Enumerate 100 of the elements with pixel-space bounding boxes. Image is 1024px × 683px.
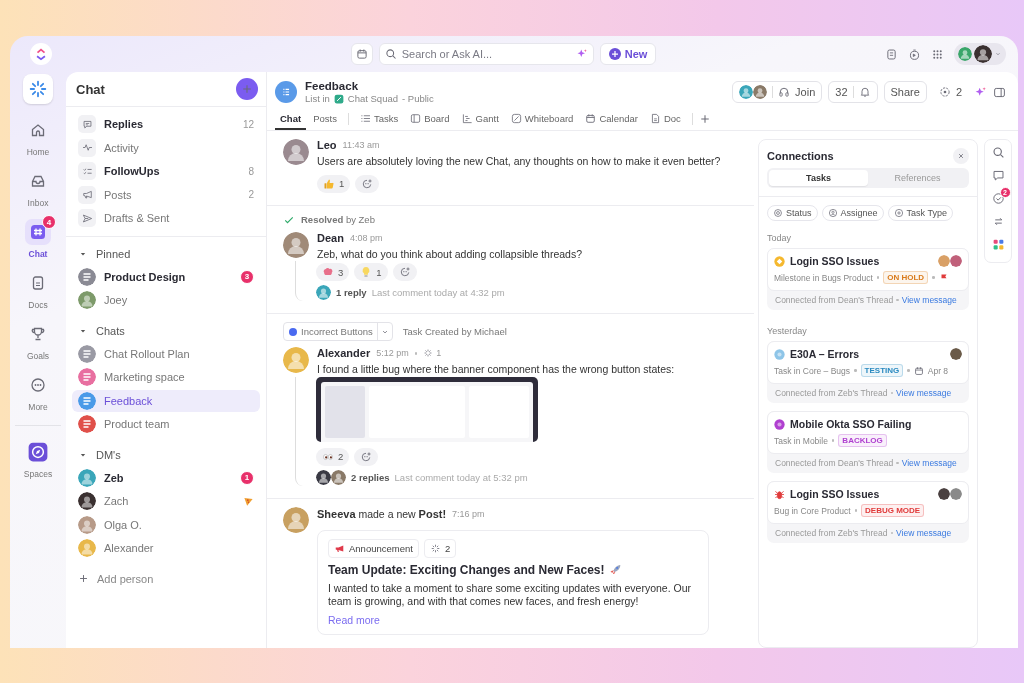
app-logo[interactable] bbox=[30, 43, 52, 65]
task-card[interactable]: E30A – Errors Task in Core – Bugs TESTING Apr 8 Connected from Zeb's Thread View message bbox=[767, 341, 969, 403]
unread-badge: 3 bbox=[240, 269, 254, 284]
user-menu[interactable] bbox=[954, 43, 1006, 65]
view-tab[interactable]: Whiteboard bbox=[505, 108, 579, 130]
rail-item[interactable]: Home bbox=[14, 115, 62, 159]
workspace-switcher[interactable] bbox=[23, 74, 53, 104]
unread-badge: 1 bbox=[240, 470, 254, 485]
new-button[interactable]: New bbox=[599, 43, 657, 65]
view-tab[interactable]: Tasks bbox=[354, 108, 404, 130]
sidebar-item[interactable]: Olga O. bbox=[72, 513, 260, 536]
connection-source: Connected from Dean's Thread bbox=[775, 295, 894, 305]
check-circle-icon bbox=[991, 192, 1005, 205]
join-button[interactable]: Join bbox=[732, 81, 823, 103]
filter-button[interactable]: Assignee bbox=[821, 205, 884, 221]
member-avatar bbox=[753, 85, 768, 99]
plus-icon bbox=[78, 573, 89, 584]
sidebar-item[interactable]: Product Design 3 bbox=[72, 265, 260, 288]
view-message-link[interactable]: View message bbox=[896, 528, 952, 538]
view-tab[interactable]: Chat bbox=[275, 108, 307, 130]
view-tab[interactable]: Gantt bbox=[456, 108, 504, 130]
add-reaction-icon bbox=[361, 177, 374, 190]
sidebar-item[interactable]: Activity bbox=[72, 136, 260, 159]
apps-button[interactable] bbox=[991, 238, 1005, 251]
add-reaction-button[interactable] bbox=[392, 263, 417, 282]
view-tab[interactable]: Board bbox=[405, 108, 455, 130]
rail-item[interactable]: Chat 4 bbox=[14, 217, 62, 261]
add-button[interactable] bbox=[236, 78, 258, 100]
view-tab[interactable]: Doc bbox=[644, 108, 686, 130]
panel-tab[interactable]: Tasks bbox=[769, 170, 868, 186]
add-view-icon bbox=[698, 113, 711, 125]
post-headline: Sheeva made a new Post! bbox=[317, 506, 447, 522]
section-header[interactable]: Pinned bbox=[72, 242, 260, 265]
panel-title: Connections bbox=[767, 150, 834, 162]
space-link[interactable]: Chat Squad bbox=[347, 93, 398, 104]
reaction-button[interactable]: 1 bbox=[317, 174, 351, 193]
replies-link[interactable]: 2 replies bbox=[351, 471, 390, 483]
view-message-link[interactable]: View message bbox=[896, 388, 952, 398]
rail-item[interactable]: Inbox bbox=[14, 166, 62, 210]
search-field[interactable]: Search or Ask AI... bbox=[378, 43, 594, 65]
sidebar-item[interactable]: Product team bbox=[72, 413, 260, 436]
add-reaction-button[interactable] bbox=[355, 174, 380, 193]
view-message-link[interactable]: View message bbox=[901, 458, 957, 468]
sidebar-item[interactable]: Zeb 1 bbox=[72, 466, 260, 489]
connection-source: Connected from Dean's Thread bbox=[775, 458, 894, 468]
calendar-icon bbox=[913, 365, 924, 376]
sidebar-item[interactable]: Posts 2 bbox=[72, 183, 260, 206]
sidebar-item[interactable]: FollowUps 8 bbox=[72, 160, 260, 183]
read-more-link[interactable]: Read more bbox=[328, 613, 698, 626]
rail-item[interactable]: More bbox=[14, 370, 62, 414]
calendar-button[interactable] bbox=[350, 43, 373, 65]
board-icon bbox=[410, 112, 422, 124]
screenshot-placeholder[interactable] bbox=[316, 376, 538, 442]
sidebar-item[interactable]: Chat Rollout Plan bbox=[72, 342, 260, 365]
task-location: Task in Mobile bbox=[774, 435, 828, 446]
reaction-button[interactable]: 1 bbox=[354, 263, 388, 282]
view-tab[interactable]: Calendar bbox=[580, 108, 643, 130]
section-header[interactable]: Chats bbox=[72, 319, 260, 342]
sidebar-item[interactable]: Alexander bbox=[72, 537, 260, 560]
subtask-count[interactable]: 2 bbox=[423, 538, 457, 558]
replies-link[interactable]: 1 reply bbox=[336, 287, 367, 299]
view-tab[interactable]: Posts bbox=[308, 108, 342, 130]
section-header[interactable]: DM's bbox=[72, 443, 260, 466]
person-icon bbox=[827, 208, 838, 218]
task-title: Login SSO Issues bbox=[790, 488, 881, 500]
sidebar-item[interactable]: Zach bbox=[72, 490, 260, 513]
notification-button[interactable]: 32 bbox=[828, 81, 878, 103]
post-card[interactable] bbox=[317, 529, 709, 635]
task-card[interactable]: Login SSO Issues Milestone in Bugs Product ON HOLD Connected from Dean's Thread View message bbox=[767, 248, 969, 310]
add-reaction-icon bbox=[398, 266, 411, 279]
search-button[interactable] bbox=[991, 146, 1005, 159]
filter-button[interactable]: Status bbox=[767, 205, 818, 221]
sidebar-item[interactable]: Joey bbox=[72, 289, 260, 312]
filter-button[interactable]: Task Type bbox=[887, 205, 953, 221]
comments-button[interactable] bbox=[991, 169, 1005, 182]
sidebar-item[interactable]: Drafts & Sent bbox=[72, 207, 260, 230]
sidebar-item[interactable]: Marketing space bbox=[72, 366, 260, 389]
reaction-button[interactable]: 2 bbox=[316, 447, 350, 466]
task-card[interactable]: Mobile Okta SSO Failing Task in Mobile BACKLOG Connected from Dean's Thread View message bbox=[767, 411, 969, 473]
notepad-icon bbox=[885, 47, 898, 61]
rail-item[interactable]: Docs bbox=[14, 268, 62, 312]
member-avatar bbox=[739, 85, 754, 99]
task-card[interactable]: Login SSO Issues Bug in Core Product DEBUG MODE Connected from Zeb's Thread View message bbox=[767, 481, 969, 543]
rail-item[interactable]: Spaces bbox=[14, 437, 62, 481]
share-button[interactable]: Share bbox=[883, 81, 927, 103]
task-chip[interactable]: Incorrect Buttons bbox=[283, 322, 393, 342]
view-message-link[interactable]: View message bbox=[901, 295, 957, 305]
add-reaction-button[interactable] bbox=[354, 447, 379, 466]
reaction-button[interactable]: 3 bbox=[316, 263, 350, 282]
inbox-icon bbox=[30, 173, 46, 189]
add-reaction-icon bbox=[360, 450, 373, 463]
rail-item[interactable]: Goals bbox=[14, 319, 62, 363]
compass-icon bbox=[28, 442, 48, 462]
add-person-button[interactable]: Add person bbox=[72, 567, 260, 590]
post-tag[interactable]: Announcement bbox=[328, 538, 419, 558]
close-button[interactable] bbox=[953, 148, 969, 164]
document-icon bbox=[649, 112, 661, 124]
sidebar-item[interactable]: Replies 12 bbox=[72, 113, 260, 136]
sidebar-item[interactable]: Feedback bbox=[72, 389, 260, 412]
location-label: List in bbox=[305, 93, 330, 104]
